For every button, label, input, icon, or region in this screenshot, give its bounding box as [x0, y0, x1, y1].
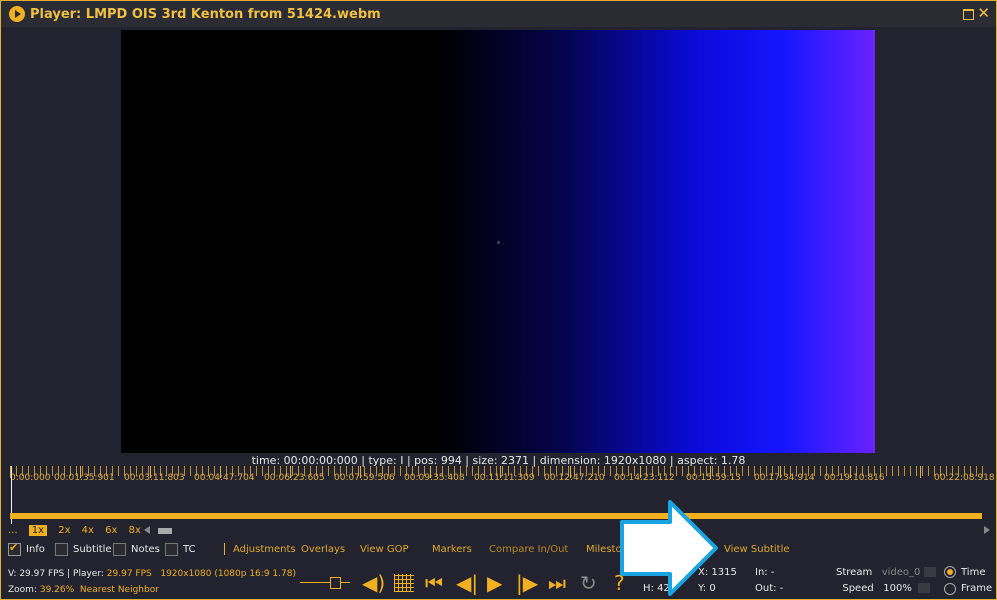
zoom-label: Zoom:: [8, 585, 37, 595]
video-fps: V: 29.97 FPS: [8, 569, 65, 579]
title-bar: Player: LMPD OIS 3rd Kenton from 51424.w…: [1, 1, 996, 27]
close-icon[interactable]: ✕: [977, 4, 990, 22]
scroll-right-icon[interactable]: [984, 526, 990, 534]
crosshair-icon: [497, 241, 500, 244]
video-viewport[interactable]: [121, 30, 875, 453]
tc-label: TC: [183, 544, 196, 555]
speed-label: Speed: [842, 583, 874, 594]
notes-label: Notes: [131, 544, 160, 555]
player-toolbar: Info Subtitle Notes TC Adjustments Overl…: [0, 540, 997, 558]
callout-arrow-icon: [620, 500, 718, 596]
toolbar-divider: [224, 543, 225, 555]
tick-label: 00:11:11:309: [474, 473, 535, 483]
info-checkbox[interactable]: [8, 541, 21, 556]
zoom-1x[interactable]: 1x: [28, 525, 48, 536]
tick-label: 00:15:59:13: [686, 473, 741, 483]
tick-label: 00:03:11:803: [124, 473, 185, 483]
info-label: Info: [26, 544, 45, 555]
volume-slider-handle[interactable]: [330, 577, 341, 589]
skip-to-start-icon[interactable]: ⏮: [425, 573, 443, 593]
view-subtitle-button[interactable]: View Subtitle: [724, 544, 790, 555]
tick-label: 00:12:47:210: [544, 473, 605, 483]
chevron-down-icon[interactable]: [918, 583, 931, 593]
zoom-more[interactable]: ...: [8, 525, 18, 536]
zoom-2x[interactable]: 2x: [58, 525, 70, 536]
zoom-4x[interactable]: 4x: [82, 525, 94, 536]
speed-select[interactable]: 100%: [883, 583, 912, 594]
play-icon[interactable]: ▶: [487, 573, 502, 593]
window-title: Player: LMPD OIS 3rd Kenton from 51424.w…: [30, 7, 381, 22]
timeline-track[interactable]: [10, 513, 982, 519]
tick-label: 00:01:35:901: [54, 473, 115, 483]
in-out-readout: In: - Out: -: [755, 565, 783, 597]
skip-to-end-icon[interactable]: ⏭: [548, 573, 566, 593]
zoom-8x[interactable]: 8x: [129, 525, 141, 536]
timeline-scrollbar-thumb[interactable]: [158, 528, 172, 534]
tc-checkbox[interactable]: [165, 543, 178, 556]
tick-label: 00:19:10:816: [824, 473, 885, 483]
notes-checkbox[interactable]: [113, 543, 126, 556]
tick-label: 00:22:08:918: [934, 473, 995, 483]
in-point: In: -: [755, 567, 775, 578]
scroll-left-icon[interactable]: [144, 526, 150, 534]
tick-label: 00:06:23:605: [264, 473, 325, 483]
subtitle-label: Subtitle: [73, 544, 112, 555]
playback-status: V: 29.97 FPS | Player: 29.97 FPS 1920x10…: [8, 569, 296, 595]
frame-label: Frame: [961, 583, 993, 594]
time-label: Time: [961, 567, 986, 578]
speaker-icon[interactable]: ◀): [362, 573, 385, 593]
stream-select[interactable]: video_0: [882, 567, 921, 578]
overlays-button[interactable]: Overlays: [301, 544, 345, 555]
zoom-6x[interactable]: 6x: [105, 525, 117, 536]
tick-label: 0:00:000: [10, 473, 51, 483]
time-radio[interactable]: [944, 566, 956, 578]
timeline-zoom-bar: ... 1x 2x 4x 6x 8x: [8, 525, 149, 536]
stream-label: Stream: [836, 567, 873, 578]
adjustments-button[interactable]: Adjustments: [233, 544, 296, 555]
tick-label: 00:04:47:704: [194, 473, 255, 483]
resolution-info: 1920x1080 (1080p 16:9 1.78): [160, 569, 296, 579]
grid-icon[interactable]: [394, 574, 414, 592]
view-gop-button[interactable]: View GOP: [360, 544, 409, 555]
step-forward-icon[interactable]: |▶: [516, 573, 538, 593]
step-back-icon[interactable]: ◀|: [456, 573, 478, 593]
volume-slider[interactable]: [300, 582, 350, 583]
maximize-icon[interactable]: [963, 9, 974, 20]
scaling-filter[interactable]: Nearest Neighbor: [80, 585, 159, 595]
tick-label: 00:07:59:506: [334, 473, 395, 483]
subtitle-checkbox[interactable]: [55, 543, 68, 556]
tick-label: 00:14:23:112: [614, 473, 675, 483]
markers-button[interactable]: Markers: [432, 544, 472, 555]
tick-label: 00:17:34:914: [754, 473, 815, 483]
tick-label: 00:09:35:408: [404, 473, 465, 483]
zoom-value: 39.26%: [39, 585, 75, 595]
chevron-down-icon[interactable]: [923, 567, 936, 577]
compare-in-out-button[interactable]: Compare In/Out: [489, 544, 568, 555]
player-fps: 29.97 FPS: [106, 569, 152, 579]
play-logo-icon: [9, 6, 25, 22]
frame-radio[interactable]: [944, 583, 956, 595]
stream-controls: Stream video_0 Speed 100%: [836, 565, 936, 597]
out-point: Out: -: [755, 583, 784, 594]
player-fps-label: Player:: [73, 569, 104, 579]
loop-icon[interactable]: ↻: [580, 573, 597, 593]
